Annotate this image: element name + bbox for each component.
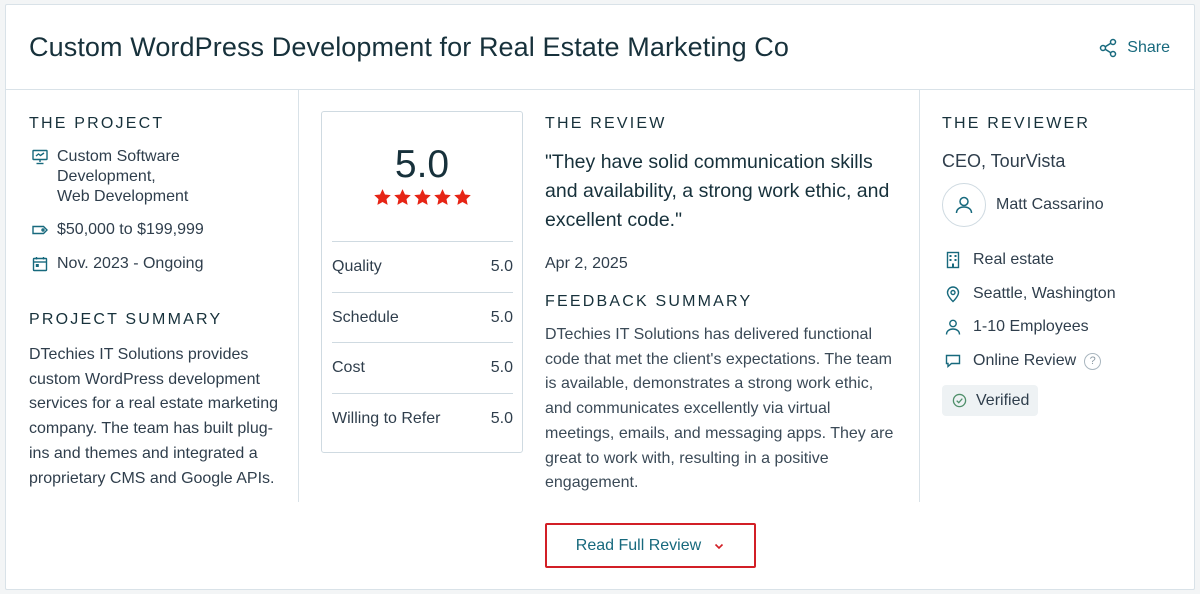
reviewer-industry: Real estate <box>944 251 1054 269</box>
company-size-text: 1-10 Employees <box>973 318 1089 335</box>
review-card: Custom WordPress Development for Real Es… <box>5 4 1195 590</box>
location-pin-icon <box>946 286 960 303</box>
share-button[interactable]: Share <box>1098 38 1170 58</box>
location-text: Seattle, Washington <box>973 285 1116 302</box>
building-icon <box>946 251 960 269</box>
budget-text: $50,000 to $199,999 <box>57 221 204 238</box>
overall-score: 5.0 <box>394 143 450 186</box>
rating-row-schedule: Schedule 5.0 <box>332 292 513 342</box>
column-divider <box>298 90 299 502</box>
reviewer-section-label: THE REVIEWER <box>942 115 1091 132</box>
reviewer-identity: Matt Cassarino <box>942 183 1104 227</box>
rating-label: Quality <box>332 257 382 275</box>
help-icon[interactable]: ? <box>1084 352 1102 370</box>
rating-row-quality: Quality 5.0 <box>332 241 513 291</box>
rating-row-cost: Cost 5.0 <box>332 342 513 392</box>
reviewer-role: CEO, TourVista <box>942 151 1066 171</box>
project-services: Custom Software Development, Web Develop… <box>31 147 188 207</box>
share-icon <box>1100 38 1117 58</box>
star-icon <box>433 189 451 205</box>
rating-label: Schedule <box>332 308 399 326</box>
rating-value: 5.0 <box>490 358 513 376</box>
price-tag-icon <box>32 225 48 235</box>
star-icon <box>393 189 411 205</box>
reviewer-review-type: Online Review ? <box>944 352 1102 370</box>
star-icon <box>453 189 471 205</box>
services-line: Custom Software <box>57 148 180 165</box>
person-icon <box>945 319 961 335</box>
industry-text: Real estate <box>973 251 1054 268</box>
column-divider <box>919 90 920 502</box>
rating-value: 5.0 <box>490 409 513 427</box>
feedback-summary-text: DTechies IT Solutions has delivered func… <box>545 326 894 492</box>
services-line: Development, <box>57 168 156 185</box>
review-header: Custom WordPress Development for Real Es… <box>6 5 1194 90</box>
reviewer-company-size: 1-10 Employees <box>944 318 1089 336</box>
project-budget: $50,000 to $199,999 <box>31 220 204 240</box>
project-section-label: THE PROJECT <box>29 115 165 132</box>
verified-label: Verified <box>976 391 1030 409</box>
review-type-text: Online Review <box>973 352 1077 369</box>
reviewer-name: Matt Cassarino <box>996 196 1104 213</box>
timeline-text: Nov. 2023 - Ongoing <box>57 255 204 272</box>
check-circle-icon <box>952 393 967 408</box>
avatar <box>942 183 986 227</box>
star-icon <box>413 189 431 205</box>
review-title: Custom WordPress Development for Real Es… <box>29 32 789 62</box>
user-icon <box>955 196 973 214</box>
share-label: Share <box>1127 39 1170 56</box>
rating-row-willing-to-refer: Willing to Refer 5.0 <box>332 393 513 443</box>
rating-value: 5.0 <box>490 308 513 326</box>
read-full-review-button[interactable]: Read Full Review <box>545 523 756 568</box>
rating-label: Willing to Refer <box>332 409 441 427</box>
read-full-review-label: Read Full Review <box>575 536 702 554</box>
reviewer-location: Seattle, Washington <box>944 285 1116 303</box>
review-quote: "They have solid communication skills an… <box>545 151 890 231</box>
rating-value: 5.0 <box>490 257 513 275</box>
review-date: Apr 2, 2025 <box>545 255 628 272</box>
feedback-summary-label: FEEDBACK SUMMARY <box>545 293 753 310</box>
project-summary-text: DTechies IT Solutions provides custom Wo… <box>29 346 278 487</box>
chevron-down-icon <box>715 543 724 549</box>
chat-bubble-icon <box>945 354 961 369</box>
verified-badge: Verified <box>942 385 1039 416</box>
review-section-label: THE REVIEW <box>545 115 667 132</box>
rating-box: 5.0 Quality 5.0 Schedule 5.0 Cost 5.0 Wi… <box>321 111 523 453</box>
star-rating <box>322 188 522 212</box>
rating-label: Cost <box>332 358 365 376</box>
presentation-icon <box>32 149 48 165</box>
services-line: Web Development <box>57 188 189 205</box>
calendar-icon <box>32 257 48 272</box>
project-summary-label: PROJECT SUMMARY <box>29 311 223 328</box>
project-timeline: Nov. 2023 - Ongoing <box>31 254 203 274</box>
star-icon <box>373 189 391 205</box>
